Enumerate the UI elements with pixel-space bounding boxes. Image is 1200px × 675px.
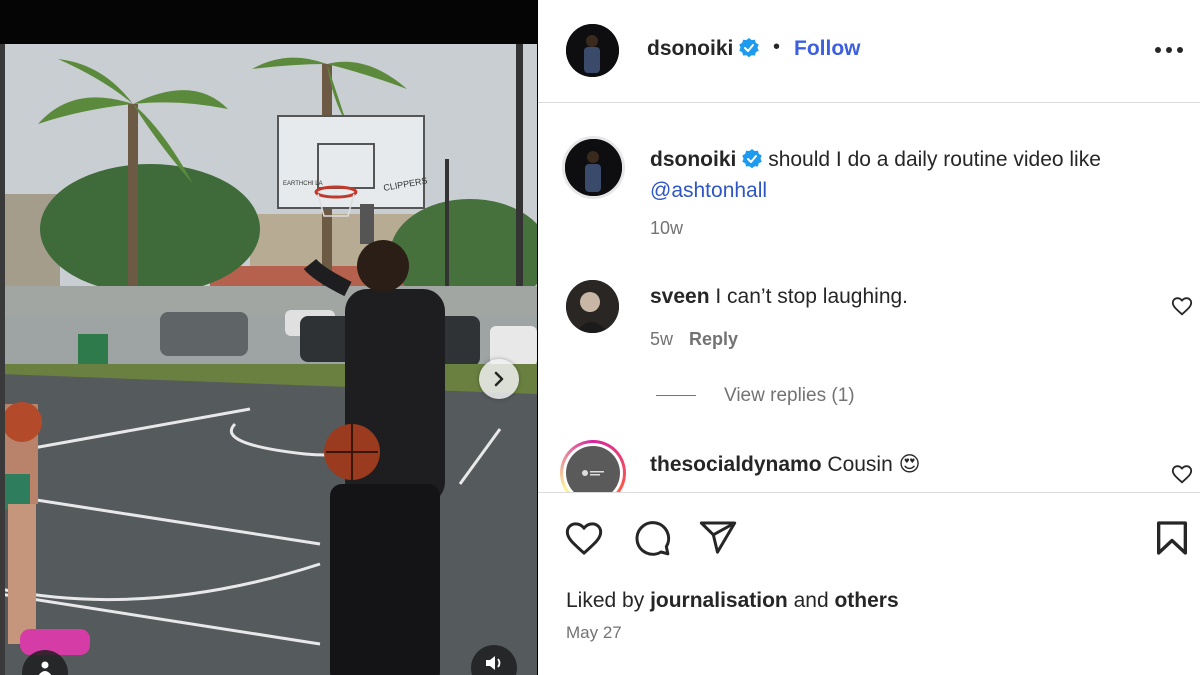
reply-button[interactable]: Reply: [689, 329, 738, 349]
media-left-edge: [0, 44, 5, 675]
next-media-button[interactable]: [479, 359, 519, 399]
video-frame: EARTHCHI LA CLIPPERS: [0, 44, 537, 675]
verified-icon: [742, 149, 763, 169]
caption: dsonoiki should I do a daily routine vid…: [650, 144, 1170, 206]
tree-left: [40, 164, 260, 294]
author-avatar[interactable]: [566, 24, 619, 77]
post-header: dsonoiki • Follow: [538, 0, 1200, 103]
follow-button[interactable]: Follow: [794, 37, 861, 61]
share-icon[interactable]: [698, 518, 738, 558]
liked-by-user[interactable]: journalisation: [650, 589, 788, 612]
comment-icon[interactable]: [632, 518, 672, 558]
comment-timestamp: 5w: [650, 329, 674, 349]
caption-timestamp: 10w: [650, 218, 684, 238]
hoop-support: [360, 204, 374, 244]
comment-thesocialdynamo: thesocialdynamo Cousin 😍: [650, 449, 921, 480]
caption-mention-link[interactable]: @ashtonhall: [650, 179, 767, 202]
caption-text: should I do a daily routine video like: [768, 148, 1101, 171]
media-top-bar: [0, 0, 537, 44]
author-username[interactable]: dsonoiki: [647, 37, 760, 61]
caption-author-avatar[interactable]: [562, 136, 625, 199]
post-media[interactable]: EARTHCHI LA CLIPPERS: [0, 0, 537, 675]
commenter-story-avatar[interactable]: [560, 440, 626, 492]
heart-icon[interactable]: [1171, 463, 1193, 485]
like-heart-icon[interactable]: [564, 518, 604, 558]
comment-emoji: 😍: [898, 453, 921, 476]
separator-dot: •: [773, 36, 781, 58]
comment-meta: 5w Reply: [650, 329, 738, 350]
bookmark-icon[interactable]: [1152, 518, 1192, 558]
comment-sveen: sveen I can’t stop laughing.: [650, 281, 908, 312]
trash-bin: [78, 334, 108, 366]
car-1: [160, 312, 248, 356]
commenter-avatar[interactable]: [566, 280, 619, 333]
verified-icon: [739, 38, 760, 58]
comment-username[interactable]: thesocialdynamo: [650, 453, 822, 476]
likes-summary[interactable]: Liked by journalisation and others: [566, 589, 899, 613]
backboard-text-left: EARTHCHI LA: [283, 181, 323, 187]
more-icon[interactable]: [1152, 38, 1186, 62]
liked-by-others[interactable]: others: [834, 589, 898, 612]
chevron-right-icon: [494, 371, 504, 387]
post-date[interactable]: May 27: [566, 623, 622, 643]
comment-username[interactable]: sveen: [650, 285, 710, 308]
comment-text: I can’t stop laughing.: [715, 285, 909, 308]
post-actions: Liked by journalisation and others May 2…: [538, 492, 1200, 675]
comment-text: Cousin: [827, 453, 893, 476]
speaker-icon: [486, 656, 501, 670]
heart-icon[interactable]: [1171, 295, 1193, 317]
user-tag-icon: [38, 661, 52, 675]
post-side-panel: dsonoiki • Follow dsonoiki should I do a…: [538, 0, 1200, 675]
fence: [0, 286, 537, 316]
view-replies-button[interactable]: View replies (1): [656, 385, 855, 407]
comments-list[interactable]: dsonoiki should I do a daily routine vid…: [538, 104, 1200, 492]
caption-username[interactable]: dsonoiki: [650, 148, 736, 171]
